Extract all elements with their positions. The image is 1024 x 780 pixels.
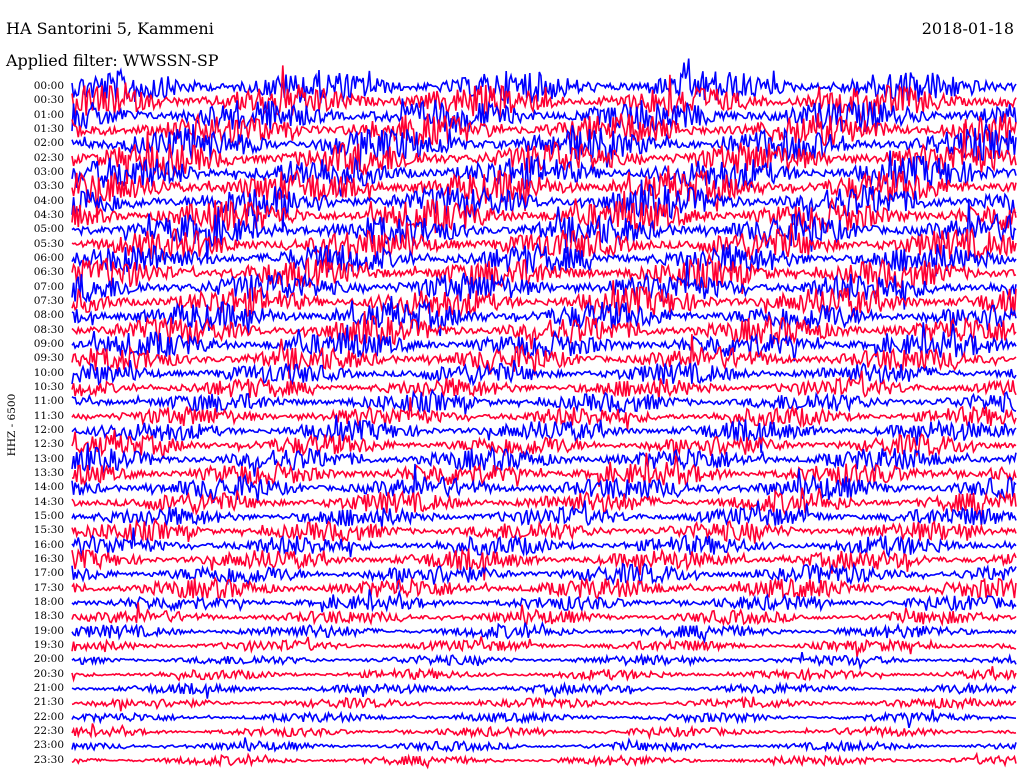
time-tick-label: 07:00 [33, 280, 64, 293]
time-tick-label: 10:00 [33, 366, 64, 379]
time-tick-label: 16:30 [33, 552, 64, 565]
trace-row-1100 [71, 388, 1017, 415]
time-tick-label: 07:30 [33, 294, 64, 307]
channel-label: HHZ - 6500 [6, 393, 18, 457]
trace-row-2030 [71, 666, 1017, 683]
time-tick-label: 20:00 [33, 653, 64, 666]
time-tick-label: 06:30 [33, 266, 64, 279]
time-tick-label: 19:00 [33, 624, 64, 637]
trace-row-1900 [71, 621, 1017, 645]
trace-row-2300 [71, 737, 1017, 754]
time-tick-label: 22:30 [33, 724, 64, 737]
time-tick-label: 18:00 [33, 595, 64, 608]
time-tick-label: 23:00 [33, 739, 64, 752]
time-tick-label: 19:30 [33, 638, 64, 651]
time-tick-label: 00:00 [33, 80, 64, 92]
time-tick-label: 09:00 [33, 337, 64, 350]
trace-row-2200 [71, 709, 1017, 729]
time-tick-label: 23:30 [33, 753, 64, 766]
time-tick-label: 17:30 [33, 581, 64, 594]
trace-row-1300 [71, 443, 1017, 477]
helicorder-plot [71, 58, 1017, 770]
time-tick-label: 20:30 [33, 667, 64, 680]
time-tick-label: 17:00 [33, 567, 64, 580]
time-tick-label: 14:30 [33, 495, 64, 508]
time-tick-label: 10:30 [33, 380, 64, 393]
time-tick-label: 04:00 [33, 194, 64, 207]
time-tick-label: 15:30 [33, 524, 64, 537]
time-tick-label: 08:00 [33, 309, 64, 322]
time-tick-label: 02:00 [33, 137, 64, 150]
record-date: 2018-01-18 [921, 19, 1014, 38]
time-tick-label: 21:30 [33, 696, 64, 709]
trace-row-0530 [71, 222, 1017, 267]
time-tick-label: 05:30 [33, 237, 64, 250]
time-tick-label: 14:00 [33, 481, 64, 494]
time-tick-label: 05:00 [33, 223, 64, 236]
trace-row-1930 [71, 636, 1017, 658]
time-tick-label: 06:00 [33, 251, 64, 264]
time-tick-label: 08:30 [33, 323, 64, 336]
trace-row-2000 [71, 651, 1017, 671]
time-tick-label: 01:00 [33, 108, 64, 121]
filter-label: Applied filter: WWSSN-SP [6, 51, 219, 70]
time-tick-label: 03:00 [33, 165, 64, 178]
time-tick-label: 09:30 [33, 352, 64, 365]
time-tick-label: 02:30 [33, 151, 64, 164]
trace-row-1030 [71, 370, 1017, 400]
time-tick-label: 18:30 [33, 610, 64, 623]
trace-row-0700 [71, 257, 1017, 310]
trace-row-2130 [71, 695, 1017, 712]
trace-row-2330 [71, 751, 1017, 770]
time-tick-label: 21:00 [33, 681, 64, 694]
time-tick-label: 15:00 [33, 509, 64, 522]
trace-row-2100 [71, 681, 1017, 699]
time-tick-label: 16:00 [33, 538, 64, 551]
trace-row-1730 [71, 576, 1017, 600]
trace-row-1800 [71, 589, 1017, 613]
time-tick-label: 00:30 [33, 94, 64, 107]
trace-row-2230 [71, 723, 1017, 741]
time-tick-label: 22:00 [33, 710, 64, 723]
station-title: HA Santorini 5, Kammeni [6, 19, 214, 38]
seismic-traces [71, 58, 1017, 770]
time-tick-label: 01:30 [33, 122, 64, 135]
time-tick-label: 03:30 [33, 180, 64, 193]
time-tick-label: 04:30 [33, 208, 64, 221]
time-tick-label: 13:30 [33, 466, 64, 479]
